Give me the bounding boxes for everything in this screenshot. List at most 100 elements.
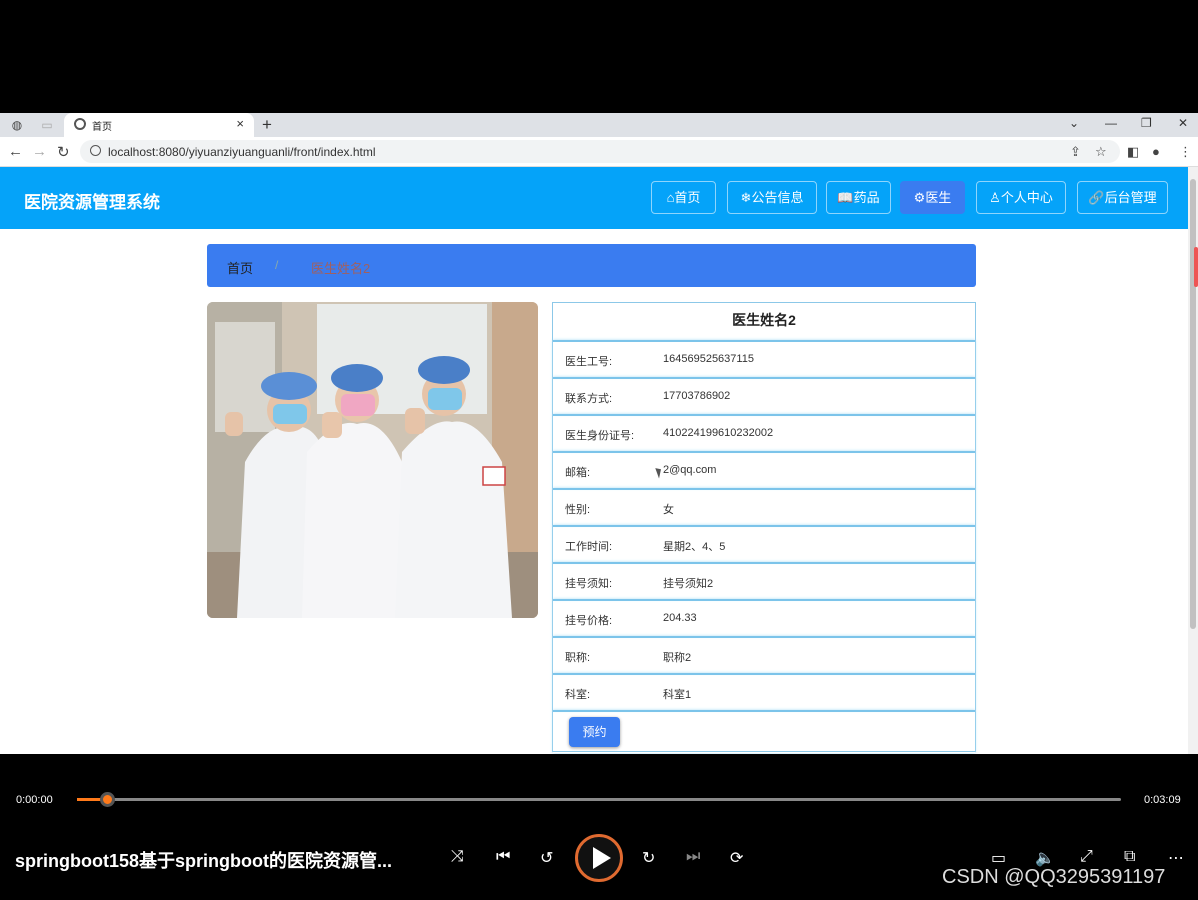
nav-profile[interactable]: ♙个人中心 bbox=[976, 181, 1066, 214]
previous-icon[interactable]: ⏮ bbox=[496, 848, 510, 866]
menu-icon[interactable]: ⋮ bbox=[1179, 144, 1192, 160]
doctor-photo-image bbox=[207, 302, 538, 618]
rewind-icon[interactable]: ↺ bbox=[540, 848, 553, 868]
share-icon[interactable]: ⇪ bbox=[1070, 144, 1081, 160]
field-label: 挂号价格: bbox=[565, 615, 613, 627]
field-value: 204.33 bbox=[663, 612, 697, 624]
globe-icon[interactable]: ◍ bbox=[10, 118, 24, 132]
field-value: 164569525637115 bbox=[663, 353, 754, 365]
nav-label: 后台管理 bbox=[1104, 190, 1157, 205]
watermark: CSDN @QQ3295391197 bbox=[942, 866, 1166, 888]
doctor-photo bbox=[207, 302, 538, 618]
close-window-icon[interactable]: ✕ bbox=[1178, 116, 1188, 130]
field-label: 医生工号: bbox=[565, 356, 613, 368]
tab-home[interactable]: 首页 × bbox=[64, 113, 254, 137]
field-value: 星期2、4、5 bbox=[663, 541, 726, 553]
browser-addressbar: ← → ↻ localhost:8080/yiyuanziyuanguanli/… bbox=[0, 137, 1198, 167]
info-icon[interactable] bbox=[90, 145, 101, 156]
field-label: 联系方式: bbox=[565, 393, 613, 405]
blank-tab-icon[interactable]: ▭ bbox=[40, 118, 54, 132]
field-value: 职称2 bbox=[663, 652, 692, 664]
video-player-bar: 0:00:00 0:03:09 springboot158基于springboo… bbox=[0, 784, 1198, 900]
forward-icon[interactable]: → bbox=[32, 143, 47, 160]
field-value: 2@qq.com bbox=[663, 464, 717, 476]
nav-label: 个人中心 bbox=[1000, 190, 1053, 205]
detail-row-title: 职称: 职称2 bbox=[553, 636, 975, 673]
field-value: 科室1 bbox=[663, 689, 692, 701]
user-icon: ♙ bbox=[989, 190, 1001, 205]
page-scrollbar[interactable] bbox=[1188, 167, 1198, 754]
url-text[interactable]: localhost:8080/yiyuanziyuanguanli/front/… bbox=[108, 145, 376, 159]
breadcrumb: 首页 / 医生姓名2 bbox=[207, 244, 976, 287]
detail-row-work-time: 工作时间: 星期2、4、5 bbox=[553, 525, 975, 562]
doctor-detail-card: 医生姓名2 医生工号: 164569525637115 联系方式: 177037… bbox=[552, 302, 976, 752]
close-icon[interactable]: × bbox=[236, 116, 244, 131]
new-tab-icon[interactable]: + bbox=[262, 115, 272, 135]
fullscreen-icon[interactable]: ⤢ bbox=[1080, 848, 1093, 866]
miniplayer-icon[interactable]: ⧉ bbox=[1124, 848, 1135, 866]
field-label: 科室: bbox=[565, 689, 591, 701]
minimize-icon[interactable]: — bbox=[1105, 116, 1117, 130]
profile-icon[interactable]: ● bbox=[1152, 144, 1160, 159]
shuffle-icon[interactable]: ⤨ bbox=[451, 848, 464, 866]
letterbox-top bbox=[0, 0, 1198, 113]
detail-row-registration-notice: 挂号须知: 挂号须知2 bbox=[553, 562, 975, 599]
tab-title: 首页 bbox=[92, 122, 112, 133]
scrollbar-marker bbox=[1194, 247, 1198, 287]
nav-medicine[interactable]: 📖药品 bbox=[826, 181, 891, 214]
detail-row-gender: 性别: 女 bbox=[553, 488, 975, 525]
site-logo[interactable]: 医院资源管理系统 bbox=[24, 188, 160, 213]
gear-icon: ⚙ bbox=[913, 190, 926, 205]
progress-track[interactable] bbox=[77, 792, 1121, 807]
field-label: 性别: bbox=[565, 504, 591, 516]
forward-30-icon[interactable]: ↻ bbox=[642, 848, 655, 868]
repeat-off-icon[interactable]: ⟳ bbox=[730, 848, 743, 868]
nav-label: 药品 bbox=[853, 190, 880, 205]
total-time: 0:03:09 bbox=[1144, 794, 1181, 806]
more-icon[interactable]: ⋯ bbox=[1168, 848, 1184, 868]
nav-admin[interactable]: 🔗后台管理 bbox=[1077, 181, 1168, 214]
nav-label: 首页 bbox=[674, 190, 701, 205]
sidepanel-icon[interactable]: ◧ bbox=[1127, 144, 1139, 160]
detail-row-department: 科室: 科室1 bbox=[553, 673, 975, 710]
reload-icon[interactable]: ↻ bbox=[57, 143, 70, 161]
globe-icon bbox=[74, 118, 86, 130]
breadcrumb-current: 医生姓名2 bbox=[311, 261, 371, 276]
nav-doctor[interactable]: ⚙医生 bbox=[900, 181, 965, 214]
field-value: 女 bbox=[663, 504, 674, 516]
detail-row-email: 邮箱: 2@qq.com bbox=[553, 451, 975, 488]
progress-knob[interactable] bbox=[100, 792, 116, 807]
detail-row-employee-id: 医生工号: 164569525637115 bbox=[553, 340, 975, 377]
field-value: 17703786902 bbox=[663, 390, 731, 402]
browser-tabbar: ◍ ▭ 首页 × + ⌄ — ❐ ✕ bbox=[0, 113, 1198, 137]
book-icon: 📖 bbox=[837, 190, 854, 205]
subtitles-icon[interactable]: ▭ bbox=[991, 848, 1006, 868]
nav-home[interactable]: ⌂首页 bbox=[651, 181, 716, 214]
field-label: 邮箱: bbox=[565, 467, 591, 479]
nav-label: 医生 bbox=[925, 190, 952, 205]
link-icon: 🔗 bbox=[1088, 190, 1105, 205]
nav-label: 公告信息 bbox=[751, 190, 804, 205]
video-title: springboot158基于springboot的医院资源管... bbox=[15, 851, 392, 871]
nav-notices[interactable]: ❄公告信息 bbox=[727, 181, 817, 214]
field-label: 挂号须知: bbox=[565, 578, 613, 590]
volume-icon[interactable]: 🔈 bbox=[1035, 848, 1055, 868]
url-field[interactable]: localhost:8080/yiyuanziyuanguanli/front/… bbox=[80, 140, 1120, 163]
play-icon bbox=[593, 847, 611, 869]
field-label: 职称: bbox=[565, 652, 591, 664]
detail-row-price: 挂号价格: 204.33 bbox=[553, 599, 975, 636]
restore-icon[interactable]: ❐ bbox=[1141, 116, 1152, 130]
chevron-down-icon[interactable]: ⌄ bbox=[1069, 116, 1079, 130]
breadcrumb-home[interactable]: 首页 bbox=[227, 258, 253, 277]
detail-row-id-number: 医生身份证号: 410224199610232002 bbox=[553, 414, 975, 451]
play-button[interactable] bbox=[575, 834, 623, 882]
book-button[interactable]: 预约 bbox=[569, 717, 620, 747]
doctor-name: 医生姓名2 bbox=[732, 312, 796, 328]
field-value: 410224199610232002 bbox=[663, 427, 774, 439]
next-icon[interactable]: ⏭ bbox=[686, 848, 700, 866]
field-label: 医生身份证号: bbox=[565, 430, 635, 442]
breadcrumb-separator: / bbox=[275, 258, 279, 272]
star-icon[interactable]: ☆ bbox=[1095, 144, 1107, 160]
field-label: 工作时间: bbox=[565, 541, 613, 553]
back-icon[interactable]: ← bbox=[8, 143, 23, 160]
